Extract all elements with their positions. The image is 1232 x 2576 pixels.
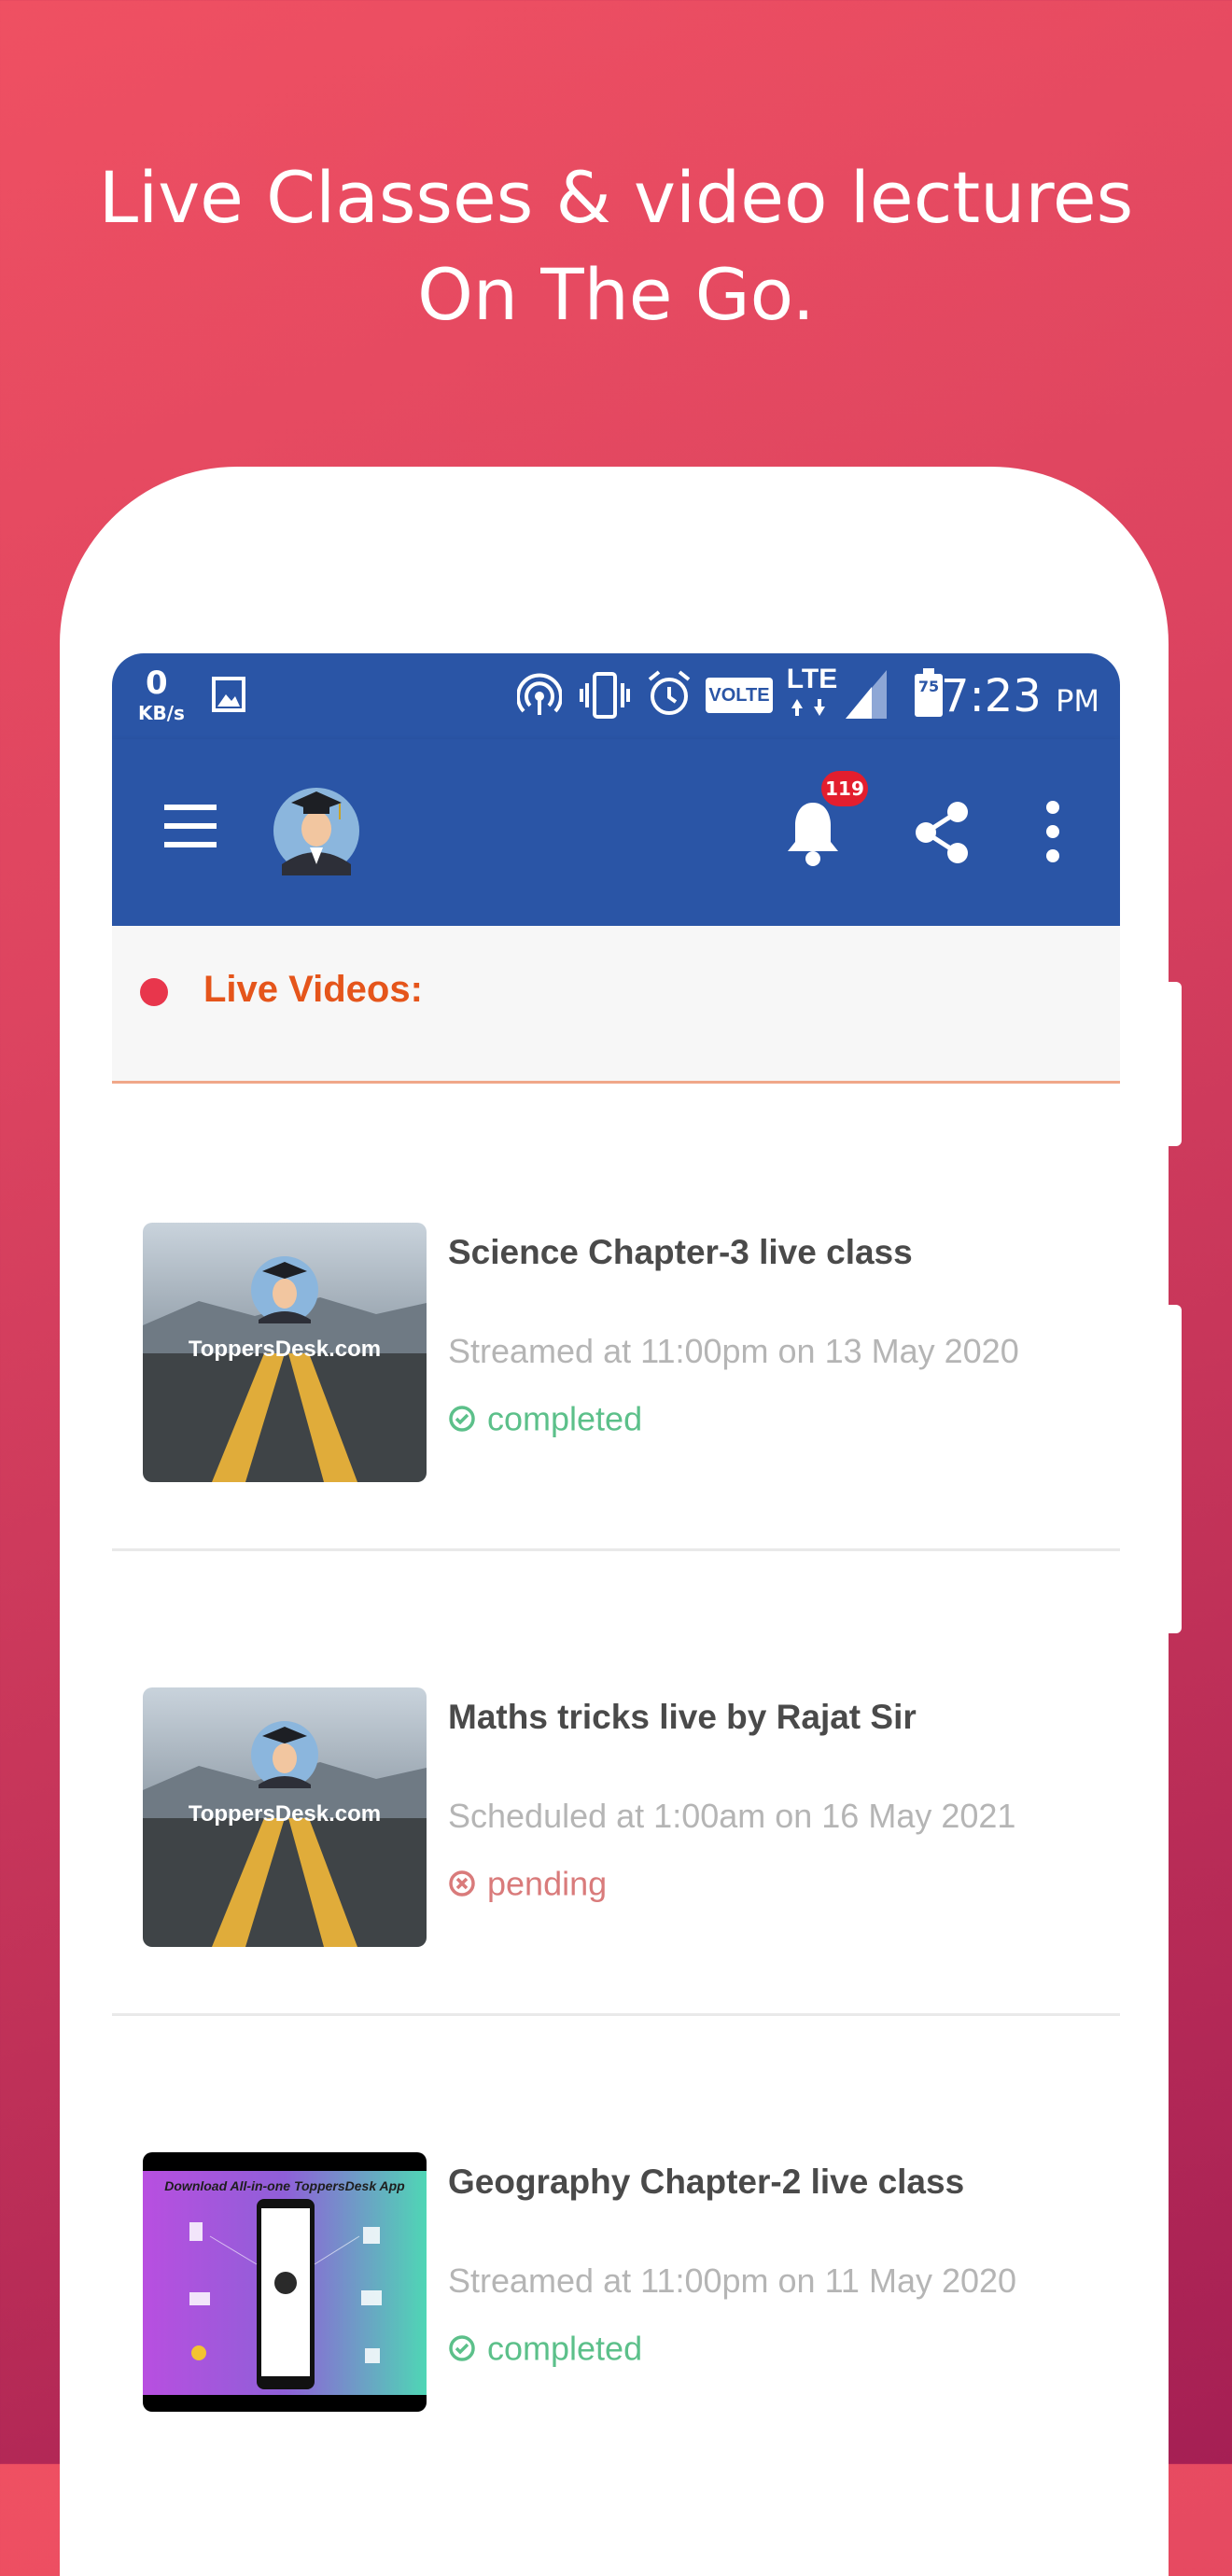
section-title: Live Videos: xyxy=(203,969,423,1010)
video-status-label: pending xyxy=(487,1864,608,1903)
battery-icon: 75 xyxy=(915,668,943,717)
promo-headline: Live Classes & video lectures On The Go. xyxy=(0,149,1232,343)
live-indicator-dot xyxy=(140,978,168,1006)
video-status: completed xyxy=(448,1397,642,1438)
battery-level: 75 xyxy=(915,674,943,717)
live-videos-header: Live Videos: xyxy=(112,926,1120,1084)
clock-ampm: PM xyxy=(1056,683,1099,719)
clock-time: 7:23 xyxy=(941,670,1042,722)
vibrate-icon xyxy=(580,672,630,719)
video-title[interactable]: Maths tricks live by Rajat Sir xyxy=(448,1698,917,1737)
volte-indicator: VOLTE xyxy=(706,678,773,713)
video-status-label: completed xyxy=(487,1399,643,1438)
menu-icon[interactable] xyxy=(162,803,218,849)
hotspot-icon xyxy=(517,673,562,715)
video-list-item[interactable]: ToppersDesk.com Science Chapter-3 live c… xyxy=(112,1084,1120,1551)
app-screen: 0 KB/s VOLTE LTE 75 7:23 PM 119 Live Vid… xyxy=(112,653,1120,2464)
video-thumbnail[interactable]: ToppersDesk.com xyxy=(143,1223,427,1482)
video-list-item[interactable]: ToppersDesk.com Maths tricks live by Raj… xyxy=(112,1548,1120,2016)
network-speed-unit: KB/s xyxy=(138,702,185,724)
video-status-label: completed xyxy=(487,2329,643,2368)
phone-side-button-volume xyxy=(1169,982,1182,1146)
network-speed-value: 0 xyxy=(146,665,168,702)
check-circle-icon xyxy=(449,2335,475,2362)
app-toolbar: 119 xyxy=(112,739,1120,926)
notification-bell-icon[interactable] xyxy=(784,797,842,868)
notification-count-badge: 119 xyxy=(821,771,868,806)
lte-label: LTE xyxy=(786,664,838,694)
thumbnail-banner-text: Download All-in-one ToppersDesk App xyxy=(164,2178,405,2193)
alarm-icon xyxy=(648,670,691,715)
thumbnail-brand-text: ToppersDesk.com xyxy=(188,1337,382,1362)
check-circle-icon xyxy=(449,1406,475,1433)
volte-label: VOLTE xyxy=(708,685,770,706)
thumbnail-brand-text: ToppersDesk.com xyxy=(188,1801,382,1827)
phone-side-button-power xyxy=(1169,1305,1182,1633)
user-avatar[interactable] xyxy=(273,775,360,875)
cancel-circle-icon xyxy=(449,1870,475,1897)
more-options-icon[interactable] xyxy=(1043,799,1062,864)
share-icon[interactable] xyxy=(913,799,971,866)
video-stream-time: Streamed at 11:00pm on 11 May 2020 xyxy=(448,2261,1017,2300)
video-title[interactable]: Geography Chapter-2 live class xyxy=(448,2163,964,2202)
headline-line-2: On The Go. xyxy=(417,253,815,336)
status-bar: 0 KB/s VOLTE LTE 75 7:23 PM xyxy=(112,653,1120,739)
video-thumbnail[interactable]: Download All-in-one ToppersDesk App xyxy=(143,2152,427,2412)
signal-icon xyxy=(846,670,887,719)
video-stream-time: Streamed at 11:00pm on 13 May 2020 xyxy=(448,1332,1019,1370)
image-icon xyxy=(212,677,245,712)
video-status: pending xyxy=(448,1862,607,1903)
video-title[interactable]: Science Chapter-3 live class xyxy=(448,1233,913,1272)
data-arrows-icon xyxy=(791,699,825,716)
clock: 7:23 PM xyxy=(941,670,1099,722)
headline-line-1: Live Classes & video lectures xyxy=(98,156,1134,239)
video-thumbnail[interactable]: ToppersDesk.com xyxy=(143,1687,427,1947)
lte-indicator: LTE xyxy=(784,665,840,724)
video-schedule-time: Scheduled at 1:00am on 16 May 2021 xyxy=(448,1797,1016,1835)
video-list-item[interactable]: Download All-in-one ToppersDesk App Geog… xyxy=(112,2013,1120,2464)
video-status: completed xyxy=(448,2327,642,2368)
